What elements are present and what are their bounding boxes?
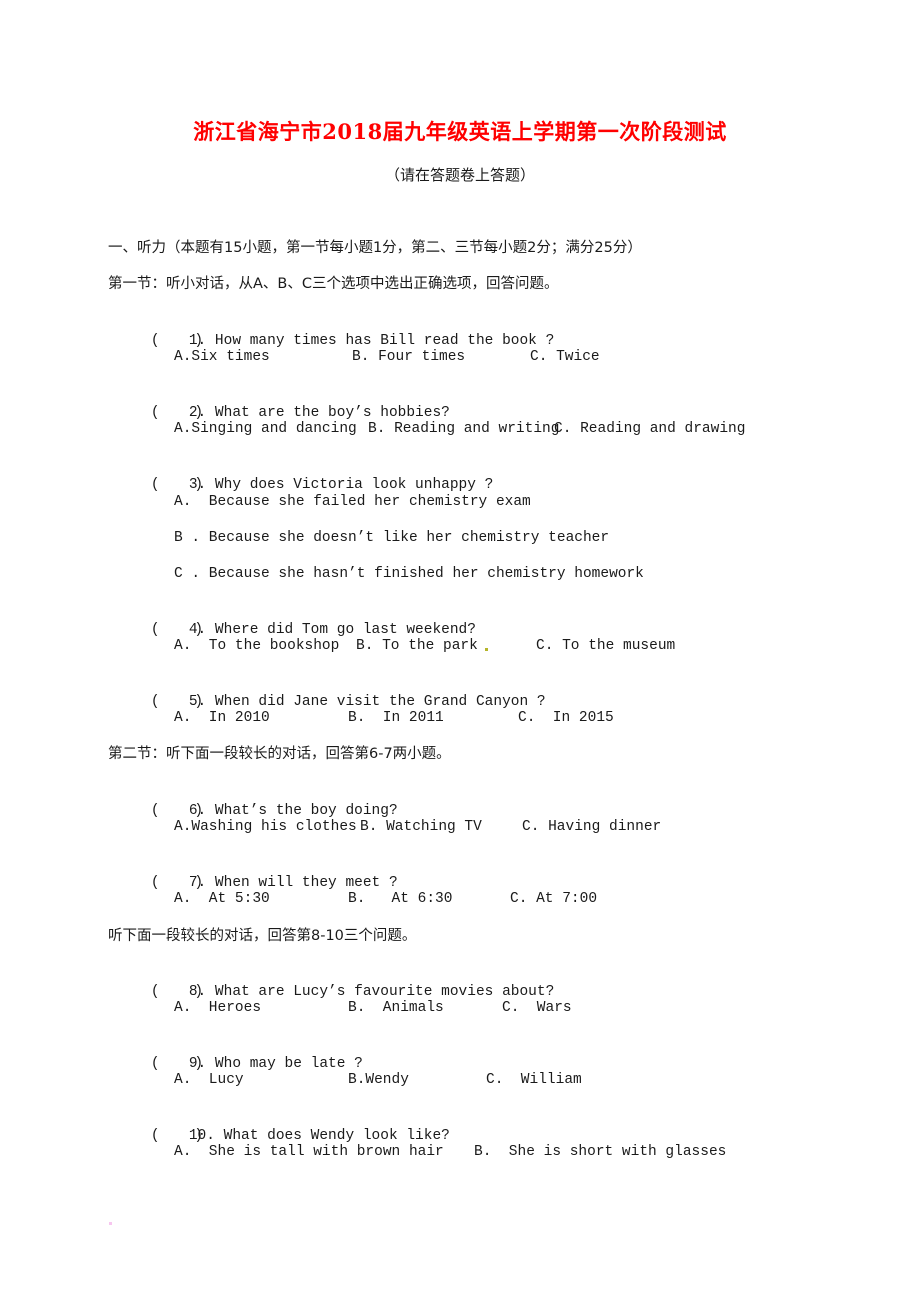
option-b: B. To the park [356, 638, 478, 654]
section-two-heading: 第二节：听下面一段较长的对话，回答第6-7两小题。 [108, 746, 451, 762]
option-c: C. Reading and drawing [554, 421, 746, 437]
exam-title: 浙江省海宁市2018届九年级英语上学期第一次阶段测试 [193, 119, 727, 144]
option-a: A. Heroes [174, 1000, 262, 1016]
option-b: B.Wendy [348, 1072, 409, 1088]
question-3-option-b: B . Because she doesn’t like her chemist… [174, 530, 610, 546]
option-a: A. She is tall with brown hair [174, 1144, 444, 1160]
option-a: A. To the bookshop [174, 638, 340, 654]
option-a: A.Six times [174, 349, 270, 365]
option-b: B. In 2011 [348, 710, 444, 726]
question-10-options: A. She is tall with brown hair B. She is… [174, 1142, 726, 1222]
question-text: Why does Victoria look unhappy ? [214, 477, 494, 493]
option-a: A. Lucy [174, 1072, 244, 1088]
option-c: C. William [486, 1072, 582, 1088]
option-b: B. At 6:30 [348, 891, 453, 907]
exam-subtitle: （请在答题卷上答题） [384, 166, 535, 184]
section-one-heading: 第一节：听小对话，从A、B、C三个选项中选出正确选项，回答问题。 [108, 276, 559, 292]
question-3-option-a: A. Because she failed her chemistry exam [174, 494, 531, 510]
exam-page: 浙江省海宁市2018届九年级英语上学期第一次阶段测试 （请在答题卷上答题） 一、… [0, 0, 920, 1302]
option-a: A.Washing his clothes [174, 819, 357, 835]
stray-dot-mark [485, 648, 488, 651]
option-a: A. At 5:30 [174, 891, 270, 907]
option-c: C. Wars [502, 1000, 572, 1016]
option-c: C. At 7:00 [510, 891, 598, 907]
part-one-heading: 一、听力（本题有15小题，第一节每小题1分，第二、三节每小题2分；满分25分） [108, 240, 642, 256]
stray-pink-mark [109, 1222, 112, 1225]
option-b: B. Watching TV [360, 819, 482, 835]
option-b: B. She is short with glasses [474, 1144, 727, 1160]
option-a: A.Singing and dancing [174, 421, 357, 437]
option-b: B. Reading and writing [368, 421, 560, 437]
option-c: C. In 2015 [518, 710, 614, 726]
question-3-option-c: C . Because she hasn’t finished her chem… [174, 566, 644, 582]
option-c: C. Having dinner [522, 819, 662, 835]
section-three-heading: 听下面一段较长的对话，回答第8-10三个问题。 [108, 928, 417, 944]
option-b: B. Animals [348, 1000, 444, 1016]
option-c: C. To the museum [536, 638, 676, 654]
option-c: C. Twice [530, 349, 600, 365]
option-a: A. In 2010 [174, 710, 270, 726]
option-b: B. Four times [352, 349, 466, 365]
